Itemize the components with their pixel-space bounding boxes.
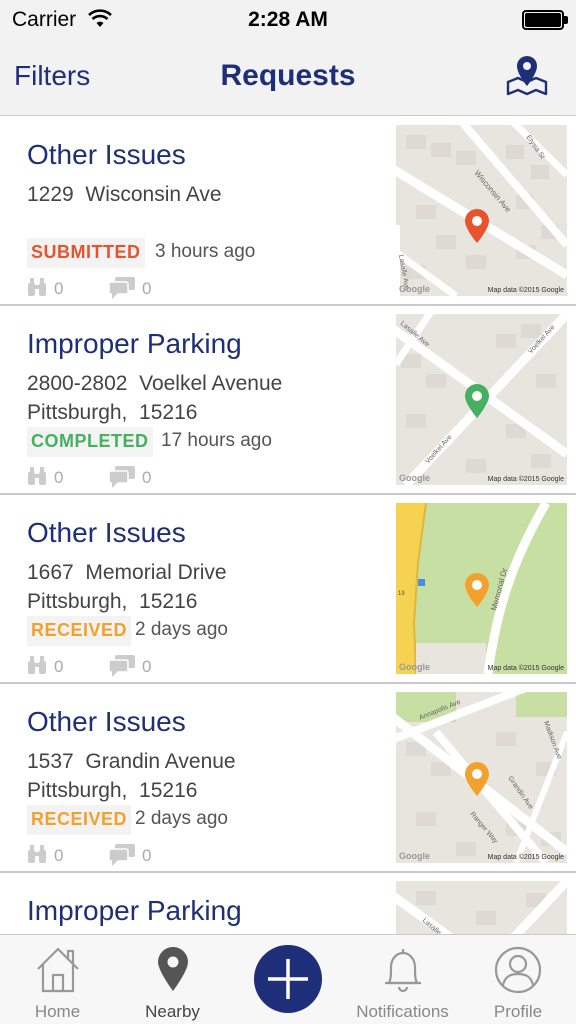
comments-icon	[109, 655, 135, 677]
request-address: 2800-2802 Voelkel Avenue	[27, 372, 283, 395]
request-row[interactable]: Other Issues 1537 Grandin Avenue Pittsbu…	[0, 684, 576, 873]
comments-count: 0	[142, 279, 152, 298]
followers-count: 0	[54, 657, 64, 676]
map-thumbnail[interactable]: Lasalle Ave Voelkel Ave Voelkel Ave Goog…	[396, 314, 567, 485]
request-title: Other Issues	[27, 139, 186, 170]
request-city-zip: Pittsburgh, 15216	[27, 401, 198, 424]
request-time-ago: 3 hours ago	[155, 241, 256, 262]
status-bar: Carrier 2:28 AM	[0, 0, 576, 40]
comments-count: 0	[142, 468, 152, 487]
status-badge: RECEIVED	[27, 616, 132, 646]
map-view-icon[interactable]	[504, 52, 550, 98]
tab-notifications[interactable]: Notifications	[345, 935, 460, 1024]
tab-label: Notifications	[356, 1002, 449, 1021]
home-icon	[36, 947, 79, 993]
comments-icon	[109, 277, 135, 299]
request-city-zip: Pittsburgh, 15216	[27, 779, 198, 802]
bell-icon	[384, 949, 421, 993]
comments-icon	[109, 844, 135, 866]
user-icon	[494, 946, 542, 994]
request-list[interactable]: Other Issues 1229 Wisconsin Ave SUBMITTE…	[0, 117, 576, 934]
plus-icon	[268, 959, 308, 999]
map-thumbnail[interactable]: 19 Memorial Dr Google Map data ©2015 Goo…	[396, 503, 567, 674]
request-address: 1667 Memorial Drive	[27, 561, 227, 584]
map-image: Wisconsin Ave Elysia St Lasalle Ave	[396, 125, 567, 296]
google-watermark: Google	[399, 284, 430, 294]
request-address: 1229 Wisconsin Ave	[27, 183, 222, 206]
location-pin-icon	[157, 947, 188, 991]
map-image: Lasalle Ave	[396, 881, 567, 934]
followers-count: 0	[54, 279, 64, 298]
map-attribution: Map data ©2015 Google	[487, 854, 564, 861]
map-thumbnail[interactable]: Lasalle Ave	[396, 881, 567, 934]
binoculars-icon	[28, 278, 46, 296]
followers-count: 0	[54, 846, 64, 865]
tab-nearby[interactable]: Nearby	[115, 935, 230, 1024]
add-request-button[interactable]	[254, 945, 322, 1013]
request-time-ago: 2 days ago	[135, 808, 228, 829]
tab-profile[interactable]: Profile	[460, 935, 576, 1024]
navigation-bar: Filters Requests	[0, 40, 576, 116]
map-attribution: Map data ©2015 Google	[487, 476, 564, 483]
clock: 2:28 AM	[248, 8, 328, 31]
map-image: Lasalle Ave Voelkel Ave Voelkel Ave	[396, 314, 567, 485]
map-thumbnail[interactable]: Annapolis Ave Madison Ave Grandin Ave Ra…	[396, 692, 567, 863]
map-attribution: Map data ©2015 Google	[487, 665, 564, 672]
status-badge: COMPLETED	[27, 427, 153, 457]
google-watermark: Google	[399, 851, 430, 861]
binoculars-icon	[28, 845, 46, 863]
tab-label: Profile	[493, 1002, 543, 1021]
tab-label: Nearby	[145, 1002, 200, 1021]
request-title: Other Issues	[27, 706, 186, 737]
svg-text:19: 19	[398, 591, 405, 597]
map-image: 19 Memorial Dr	[396, 503, 567, 674]
request-title: Improper Parking	[27, 328, 242, 359]
status-badge: SUBMITTED	[27, 238, 145, 268]
request-title: Improper Parking	[27, 895, 242, 926]
map-thumbnail[interactable]: Wisconsin Ave Elysia St Lasalle Ave Goog…	[396, 125, 567, 296]
comments-count: 0	[142, 846, 152, 865]
request-row[interactable]: Other Issues 1667 Memorial Drive Pittsbu…	[0, 495, 576, 684]
status-badge: RECEIVED	[27, 805, 132, 835]
page-title: Requests	[220, 59, 356, 92]
request-row[interactable]: Improper Parking Lasalle Ave	[0, 873, 576, 934]
request-time-ago: 17 hours ago	[161, 430, 272, 451]
map-image: Annapolis Ave Madison Ave Grandin Ave Ra…	[396, 692, 567, 863]
tab-label: Home	[34, 1002, 81, 1021]
map-attribution: Map data ©2015 Google	[487, 287, 564, 294]
battery-icon	[522, 10, 568, 30]
google-watermark: Google	[399, 662, 430, 672]
request-row[interactable]: Improper Parking 2800-2802 Voelkel Avenu…	[0, 306, 576, 495]
followers-count: 0	[54, 468, 64, 487]
google-watermark: Google	[399, 473, 430, 483]
request-city-zip: Pittsburgh, 15216	[27, 590, 198, 613]
tab-bar: Home Nearby Notifications Profile	[0, 934, 576, 1024]
binoculars-icon	[28, 656, 46, 674]
comments-icon	[109, 466, 135, 488]
tab-home[interactable]: Home	[0, 935, 115, 1024]
request-address: 1537 Grandin Avenue	[27, 750, 236, 773]
request-row[interactable]: Other Issues 1229 Wisconsin Ave SUBMITTE…	[0, 117, 576, 306]
comments-count: 0	[142, 657, 152, 676]
request-time-ago: 2 days ago	[135, 619, 228, 640]
request-title: Other Issues	[27, 517, 186, 548]
binoculars-icon	[28, 467, 46, 485]
